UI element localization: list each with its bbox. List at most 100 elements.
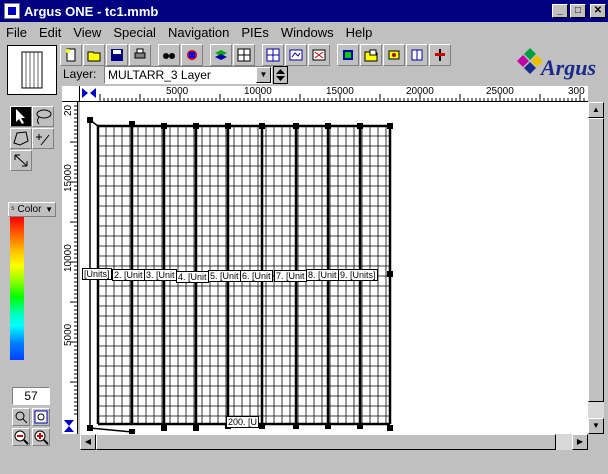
layer-label: Layer: (63, 67, 97, 81)
ruler-marker-icon (90, 88, 96, 98)
drawing-canvas[interactable]: [Units] 2. [Unit 3. [Unit 4. [Unit 5. [U… (80, 102, 588, 434)
menu-navigation[interactable]: Navigation (162, 25, 235, 40)
lasso-icon[interactable] (32, 106, 54, 127)
menu-edit[interactable]: Edit (33, 25, 67, 40)
minimize-button[interactable]: _ (552, 4, 568, 18)
status-bar (0, 454, 608, 474)
close-button[interactable]: ✕ (590, 4, 606, 18)
vertical-scrollbar[interactable]: ▲ ▼ (588, 102, 604, 434)
color-dropdown[interactable]: ⁵ Color ▼ (8, 202, 56, 217)
grid-icon[interactable] (233, 44, 255, 66)
color-scale-bar (10, 217, 24, 360)
ruler-tick-label: 15000 (326, 86, 354, 97)
menu-bar: File Edit View Special Navigation PIEs W… (0, 22, 608, 42)
menu-special[interactable]: Special (107, 25, 162, 40)
vertex-handle (325, 123, 331, 129)
menu-view[interactable]: View (67, 25, 107, 40)
color-label: Color (17, 204, 42, 215)
menu-windows[interactable]: Windows (275, 25, 340, 40)
scroll-down-icon[interactable]: ▼ (588, 418, 604, 434)
layers-icon[interactable] (210, 44, 232, 66)
layer-select[interactable]: MULTARR_3 Layer ▼ (104, 66, 272, 84)
vertex-handle (259, 123, 265, 129)
tool-icon[interactable] (429, 44, 451, 66)
chevron-down-icon: ▼ (45, 205, 53, 214)
ruler-marker-icon (64, 420, 74, 426)
delete-icon[interactable] (308, 44, 330, 66)
menu-file[interactable]: File (0, 25, 33, 40)
vertex-handle (129, 121, 135, 127)
ruler-tick-label: 5000 (63, 323, 74, 346)
vertex-handle (293, 423, 299, 429)
argus-logo: Argus (514, 44, 606, 84)
toolbar (60, 44, 452, 66)
vertical-ruler: 20 15000 10000 5000 (62, 102, 78, 434)
overview-thumbnail[interactable] (7, 45, 57, 95)
unit-label: 2. [Unit (112, 269, 145, 281)
scroll-right-icon[interactable]: ▶ (572, 434, 588, 450)
import-icon[interactable] (360, 44, 382, 66)
ruler-tick-label: 5000 (166, 86, 189, 97)
maximize-button[interactable]: □ (570, 4, 586, 18)
spinner-arrows-icon (276, 69, 285, 81)
zoom-out-icon[interactable] (12, 428, 30, 446)
horizontal-scrollbar[interactable]: ◀ ▶ (80, 434, 588, 450)
window-icon[interactable] (285, 44, 307, 66)
menu-pies[interactable]: PIEs (235, 25, 274, 40)
scroll-left-icon[interactable]: ◀ (80, 434, 96, 450)
scroll-up-icon[interactable]: ▲ (588, 102, 604, 118)
zoom-window-icon[interactable] (32, 408, 50, 426)
ruler-tick-label: 10000 (63, 244, 74, 272)
title-bar: Argus ONE - tc1.mmb _ □ ✕ (0, 0, 608, 22)
vertex-handle (293, 123, 299, 129)
unit-label: [Units] (82, 268, 112, 280)
open-icon[interactable] (83, 44, 105, 66)
vertex-handle (325, 423, 331, 429)
color-key-icon: ⁵ (11, 204, 15, 214)
logo-text: Argus (539, 55, 596, 80)
save-icon[interactable] (106, 44, 128, 66)
app-icon[interactable] (4, 3, 20, 19)
model-icon[interactable] (181, 44, 203, 66)
add-point-icon[interactable] (32, 128, 54, 149)
polygon-icon[interactable] (10, 128, 32, 149)
ruler-marker-icon (64, 426, 74, 432)
horizontal-scroll-thumb[interactable] (96, 434, 556, 450)
select-arrow-icon[interactable] (10, 106, 32, 127)
vertex-handle (161, 425, 167, 431)
layer-select-value: MULTARR_3 Layer (108, 68, 211, 82)
vertical-scroll-thumb[interactable] (588, 118, 604, 402)
vertex-handle (259, 423, 265, 429)
find-icon[interactable] (158, 44, 180, 66)
unit-label: 3. [Unit (144, 269, 177, 281)
unit-label: 4. [Unit (176, 271, 209, 283)
mesh-icon[interactable] (262, 44, 284, 66)
vertex-handle (357, 423, 363, 429)
menu-help[interactable]: Help (340, 25, 379, 40)
chevron-down-icon[interactable]: ▼ (256, 67, 271, 83)
vertex-handle (87, 425, 93, 431)
vertex-handle (387, 425, 393, 431)
zoom-fit-icon[interactable] (12, 408, 30, 426)
new-icon[interactable] (60, 44, 82, 66)
ruler-corner[interactable] (62, 86, 80, 102)
scroll-corner (588, 434, 604, 450)
move-point-icon[interactable] (10, 150, 32, 171)
vertex-handle (193, 425, 199, 431)
unit-label: 7. [Unit (274, 270, 307, 282)
horizontal-ruler: 5000 10000 15000 20000 25000 300 (80, 86, 588, 102)
zoom-in-icon[interactable] (32, 428, 50, 446)
book-icon[interactable] (406, 44, 428, 66)
ruler-tick-label: 20 (63, 104, 74, 116)
ruler-tick-label: 25000 (486, 86, 514, 97)
zoom-field[interactable]: 57 (12, 387, 50, 405)
ruler-tick-label: 15000 (63, 164, 74, 192)
print-icon[interactable] (129, 44, 151, 66)
settings-icon[interactable] (383, 44, 405, 66)
export-icon[interactable] (337, 44, 359, 66)
vertex-handle (161, 123, 167, 129)
unit-label: 5. [Unit (208, 270, 241, 282)
layer-spinner[interactable] (273, 66, 288, 84)
vertex-handle (193, 123, 199, 129)
vertex-handle (387, 123, 393, 129)
